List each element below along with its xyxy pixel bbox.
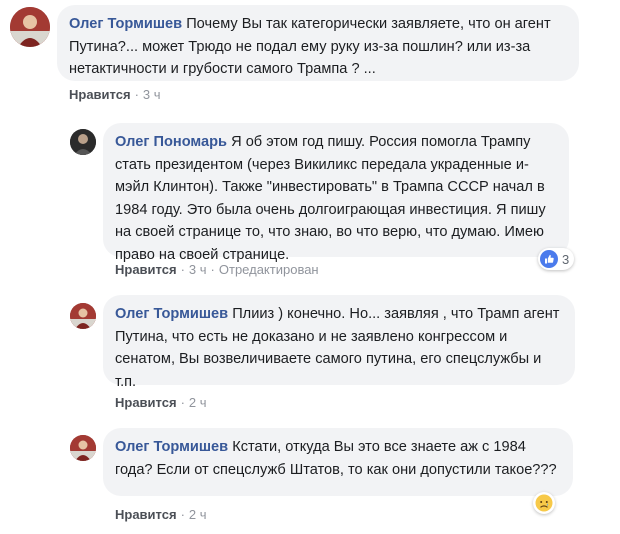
separator: ·	[210, 262, 215, 277]
reaction-badge[interactable]	[533, 492, 555, 514]
separator: ·	[180, 262, 185, 277]
user-photo-icon	[70, 129, 96, 155]
like-button[interactable]: Нравится	[115, 395, 177, 410]
comment-bubble: Олег Пономарь Я об этом год пишу. Россия…	[103, 123, 569, 263]
user-photo-icon	[70, 435, 96, 461]
separator: ·	[134, 87, 139, 102]
comment-author-link[interactable]: Олег Тормишев	[69, 16, 182, 32]
comment-bubble: Олег Тормишев Кстати, откуда Вы это все …	[103, 428, 573, 496]
comment-actions: Нравится · 2 ч	[115, 395, 207, 410]
separator: ·	[180, 507, 185, 522]
user-photo-icon	[10, 7, 50, 47]
timestamp-link[interactable]: 2 ч	[189, 395, 207, 410]
avatar[interactable]	[70, 303, 96, 329]
timestamp-link[interactable]: 2 ч	[189, 507, 207, 522]
comment-bubble: Олег Тормишев Плииз ) конечно. Но... зая…	[103, 295, 575, 390]
avatar[interactable]	[10, 7, 50, 47]
comment-actions: Нравится · 2 ч	[115, 507, 207, 522]
comment-actions: Нравится · 3 ч · Отредактирован	[115, 262, 319, 277]
separator: ·	[180, 395, 185, 410]
comment-author-link[interactable]: Олег Тормишев	[115, 306, 228, 322]
edited-label[interactable]: Отредактирован	[219, 262, 319, 277]
reaction-count: 3	[562, 251, 570, 267]
timestamp-link[interactable]: 3 ч	[189, 262, 207, 277]
user-photo-icon	[70, 303, 96, 329]
comment-author-link[interactable]: Олег Тормишев	[115, 439, 228, 455]
comment-text: Я об этом год пишу. Россия помогла Трамп…	[115, 134, 546, 263]
like-button[interactable]: Нравится	[115, 262, 177, 277]
avatar[interactable]	[70, 129, 96, 155]
comment-author-link[interactable]: Олег Пономарь	[115, 134, 227, 150]
comment-actions: Нравится · 3 ч	[69, 87, 161, 102]
sad-reaction-icon	[535, 494, 553, 512]
like-button[interactable]: Нравится	[115, 507, 177, 522]
timestamp-link[interactable]: 3 ч	[143, 87, 161, 102]
like-icon	[540, 250, 558, 268]
reaction-count-badge[interactable]: 3	[538, 248, 575, 270]
avatar[interactable]	[70, 435, 96, 461]
comment-bubble: Олег Тормишев Почему Вы так категорическ…	[57, 5, 579, 81]
like-button[interactable]: Нравится	[69, 87, 131, 102]
